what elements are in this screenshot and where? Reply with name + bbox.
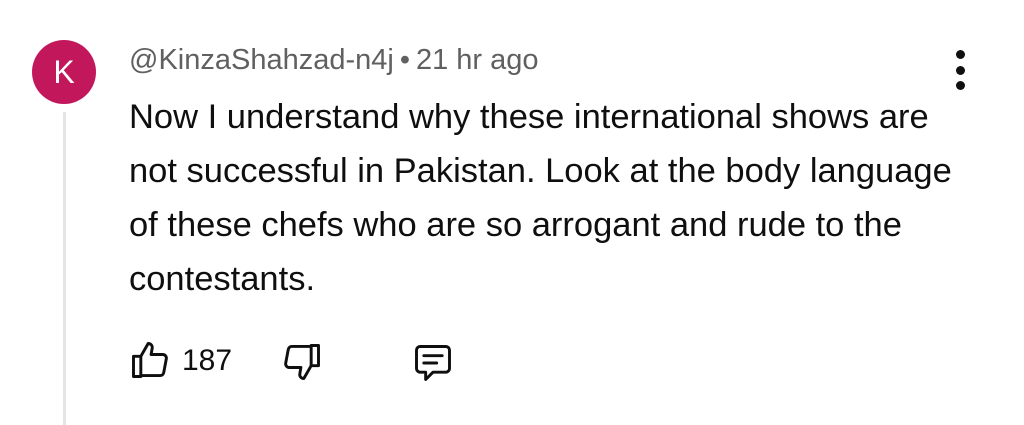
like-button[interactable] [128,338,172,382]
dislike-button[interactable] [280,340,324,384]
thread-line [63,112,66,425]
comment-meta: @KinzaShahzad-n4j • 21 hr ago [129,42,539,78]
avatar-letter: K [53,53,75,90]
comment-reply-icon [415,345,451,381]
comment-text: Now I understand why these international… [129,98,952,298]
author-handle[interactable]: @KinzaShahzad-n4j [129,44,394,76]
timestamp[interactable]: 21 hr ago [416,44,539,76]
more-dot [955,81,965,90]
avatar[interactable]: K [32,40,96,104]
like-count: 187 [182,344,233,377]
more-dot [955,50,965,59]
reply-button[interactable] [410,341,456,385]
more-vertical-icon[interactable] [948,50,972,90]
more-dot [955,65,965,75]
meta-separator: • [399,44,410,76]
thumbs-down-icon [284,344,320,380]
thumbs-up-icon [132,342,168,378]
